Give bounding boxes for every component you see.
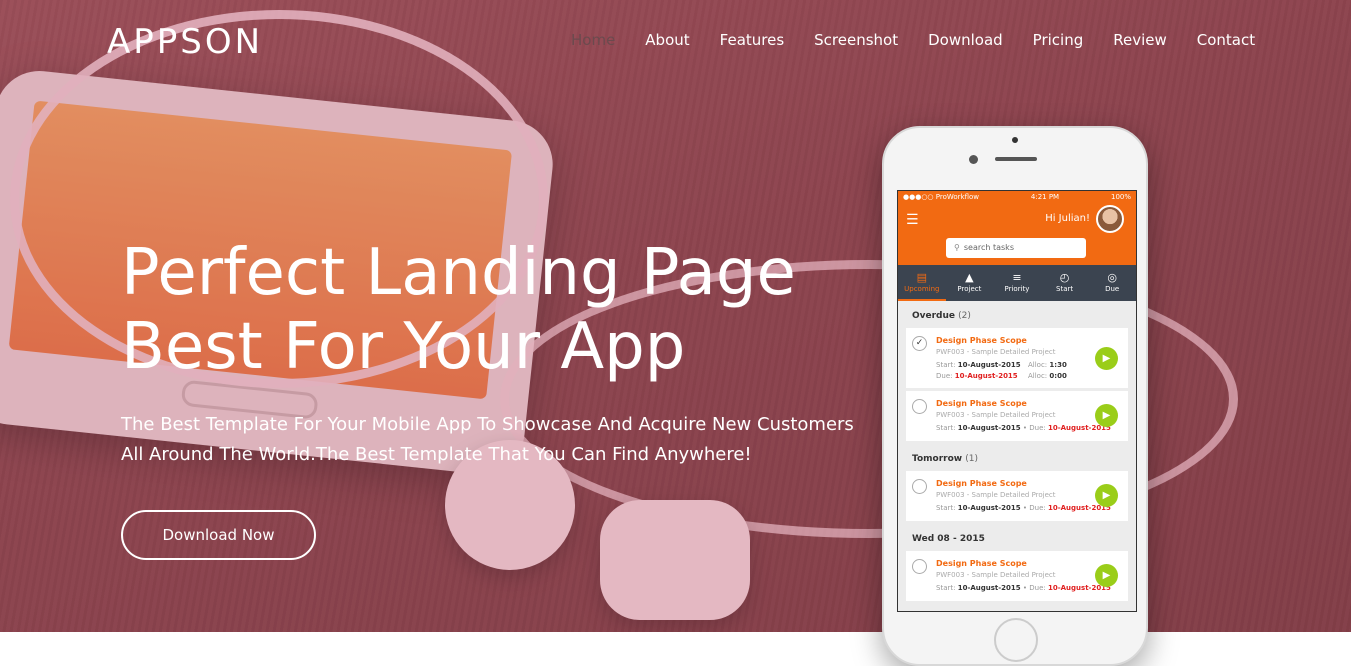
nav-item-review[interactable]: Review [1098,30,1182,50]
section-count: (1) [965,454,978,464]
app-tab-bar: ▤ Upcoming ▲ Project ≡ Priority ◴ Start … [898,265,1136,301]
task-alloc: Alloc: 0:00 [1028,372,1067,380]
search-placeholder: search tasks [963,243,1014,252]
due-clock-icon: ◎ [1107,271,1117,284]
headline-line-2: Best For Your App [121,310,686,384]
task-dates: Start: 10-August-2015 • Due: 10-August-2… [936,424,1111,432]
status-carrier: ●●●○○ ProWorkflow [903,193,980,201]
play-icon[interactable]: ▶ [1095,484,1118,507]
main-nav: Home About Features Screenshot Download … [556,30,1270,50]
tab-priority[interactable]: ≡ Priority [993,265,1041,301]
user-avatar[interactable] [1096,205,1124,233]
subtext-line-1: The Best Template For Your Mobile App To… [121,414,854,435]
task-dates: Start: 10-August-2015 • Due: 10-August-2… [936,584,1111,592]
search-icon: ⚲ [954,243,960,252]
task-start: Start: 10-August-2015 [936,361,1021,369]
hero-headline: Perfect Landing Page Best For Your App [121,236,841,384]
task-title: Design Phase Scope [936,399,1027,408]
user-greeting: Hi Julian! [1045,213,1090,224]
tab-project[interactable]: ▲ Project [946,265,994,301]
task-project: PWF003 - Sample Detailed Project [936,348,1056,356]
search-tasks-input[interactable]: ⚲ search tasks [946,238,1086,258]
task-project: PWF003 - Sample Detailed Project [936,411,1056,419]
task-title: Design Phase Scope [936,559,1027,568]
stopwatch-icon: ◴ [1059,271,1070,284]
nav-item-features[interactable]: Features [705,30,800,50]
play-icon[interactable]: ▶ [1095,404,1118,427]
task-due: Due: 10-August-2015 [936,372,1018,380]
circle-check-icon[interactable] [912,559,927,574]
tab-due[interactable]: ◎ Due [1088,265,1136,301]
play-icon[interactable]: ▶ [1095,347,1118,370]
app-phone-mockup: ●●●○○ ProWorkflow 4:21 PM 100% ☰ Hi Juli… [882,126,1148,666]
status-bar: ●●●○○ ProWorkflow 4:21 PM 100% [898,191,1136,203]
status-battery: 100% [1110,193,1131,201]
hamburger-menu-icon[interactable]: ☰ [906,213,919,227]
brand-logo[interactable]: APPSON [107,22,263,62]
tab-start[interactable]: ◴ Start [1041,265,1089,301]
task-dates: Start: 10-August-2015 • Due: 10-August-2… [936,504,1111,512]
tab-label: Due [1105,285,1120,293]
status-time: 4:21 PM [1030,193,1060,201]
tab-label: Upcoming [904,285,940,293]
task-alloc: Alloc: 1:30 [1028,361,1067,369]
circle-check-icon[interactable] [912,479,927,494]
rocket-icon: ▲ [965,271,974,284]
app-screen: ●●●○○ ProWorkflow 4:21 PM 100% ☰ Hi Juli… [897,190,1137,612]
phone-home-button [994,618,1038,662]
play-icon[interactable]: ▶ [1095,564,1118,587]
task-item[interactable]: ✓ Design Phase Scope PWF003 - Sample Det… [906,328,1128,388]
tab-label: Start [1056,285,1074,293]
task-item[interactable]: Design Phase Scope PWF003 - Sample Detai… [906,391,1128,441]
app-header: ☰ Hi Julian! ⚲ search tasks [898,203,1136,265]
phone-camera [969,155,978,164]
circle-check-icon[interactable] [912,399,927,414]
nav-item-home[interactable]: Home [556,30,630,50]
section-wed: Wed 08 - 2015 [898,524,1136,548]
nav-item-contact[interactable]: Contact [1182,30,1270,50]
task-project: PWF003 - Sample Detailed Project [936,491,1056,499]
section-title-text: Wed 08 - 2015 [912,534,985,544]
nav-item-download[interactable]: Download [913,30,1018,50]
nav-item-screenshot[interactable]: Screenshot [799,30,913,50]
task-title: Design Phase Scope [936,336,1027,345]
section-title-text: Tomorrow [912,454,963,464]
calendar-icon: ▤ [916,271,927,284]
section-title-text: Overdue [912,311,956,321]
nav-item-about[interactable]: About [630,30,704,50]
check-icon[interactable]: ✓ [912,336,927,351]
tab-label: Priority [1004,285,1030,293]
download-now-button[interactable]: Download Now [121,510,316,560]
headline-line-1: Perfect Landing Page [121,236,796,310]
phone-sensor [1012,137,1018,143]
hero-subtext: The Best Template For Your Mobile App To… [121,410,861,470]
subtext-line-2: All Around The World.The Best Template T… [121,444,752,465]
nav-item-pricing[interactable]: Pricing [1018,30,1099,50]
section-count: (2) [958,311,971,321]
task-item[interactable]: Design Phase Scope PWF003 - Sample Detai… [906,551,1128,601]
section-overdue: Overdue (2) [898,301,1136,325]
phone-speaker [995,157,1037,161]
priority-icon: ≡ [1012,271,1022,284]
task-project: PWF003 - Sample Detailed Project [936,571,1056,579]
task-item[interactable]: Design Phase Scope PWF003 - Sample Detai… [906,471,1128,521]
tab-upcoming[interactable]: ▤ Upcoming [898,265,946,301]
tab-label: Project [957,285,982,293]
section-tomorrow: Tomorrow (1) [898,444,1136,468]
task-title: Design Phase Scope [936,479,1027,488]
